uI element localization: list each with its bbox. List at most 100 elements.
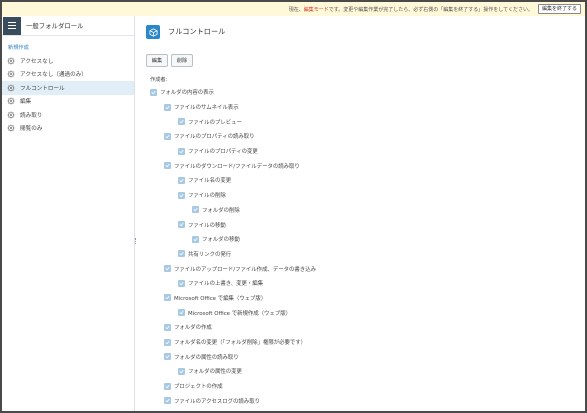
checkbox[interactable] bbox=[164, 103, 171, 111]
permission-list: フォルダの内容の表示ファイルのサムネイル表示ファイルのプレビューファイルのプロパ… bbox=[150, 85, 316, 411]
app-window: 現在、 編集モード です。変更や編集作業が完了したら、必ず右側の「編集を終了する」操… bbox=[0, 0, 587, 413]
permission-item: フォルダの移動 bbox=[150, 232, 316, 247]
sidebar-item[interactable]: 閲覧のみ bbox=[2, 122, 134, 136]
permission-label: フォルダの削除 bbox=[202, 207, 240, 214]
check-icon bbox=[179, 223, 184, 227]
page-title: フルコントロール bbox=[168, 27, 226, 36]
sidebar-item[interactable]: アクセスなし bbox=[2, 54, 134, 68]
sidebar: 一般フォルダロール 新規作成 アクセスなしアクセスなし（通過のみ） フルコントロー… bbox=[2, 16, 135, 411]
permission-item: フォルダの属性の変更 bbox=[150, 364, 316, 379]
sidebar-item[interactable]: フルコントロール bbox=[2, 81, 134, 95]
checkbox[interactable] bbox=[192, 235, 199, 243]
permission-item: ファイルのプロパティの変更 bbox=[150, 144, 316, 159]
permission-label: ファイルのアクセスログの読み取り bbox=[174, 398, 260, 405]
permission-item: ファイルのプロパティの読み取り bbox=[150, 129, 316, 144]
sidebar-item[interactable]: 編集 bbox=[2, 95, 134, 109]
checkbox[interactable] bbox=[178, 221, 185, 229]
permission-label: フォルダの属性の読み取り bbox=[174, 354, 239, 361]
check-icon bbox=[193, 208, 198, 212]
permission-label: ファイルのサムネイル表示 bbox=[174, 105, 239, 112]
permission-item: ファイルのサムネイル表示 bbox=[150, 100, 316, 115]
permission-label: 共有リンクの発行 bbox=[188, 251, 232, 258]
gear-icon bbox=[7, 111, 15, 119]
permission-item: ファイルの移動 bbox=[150, 217, 316, 232]
main-panel: フルコントロール 編集 削除 作成者: フォルダの内容の表示ファイルのサムネイル… bbox=[136, 16, 585, 411]
checkbox[interactable] bbox=[178, 147, 185, 155]
menu-icon[interactable] bbox=[3, 16, 21, 35]
notice-text-after: です。変更や編集作業が完了したら、必ず右側の「編集を終了する」操作をしてください… bbox=[328, 6, 533, 13]
gear-icon bbox=[7, 57, 15, 65]
edit-button[interactable]: 編集 bbox=[146, 54, 168, 67]
check-icon bbox=[165, 355, 170, 359]
check-icon bbox=[165, 105, 170, 109]
delete-button[interactable]: 削除 bbox=[171, 54, 193, 67]
checkbox[interactable] bbox=[178, 279, 185, 287]
checkbox[interactable] bbox=[150, 88, 157, 96]
permission-item: ファイルのダウンロード/ファイルデータの読み取り bbox=[150, 158, 316, 173]
permission-label: フォルダの内容の表示 bbox=[160, 90, 214, 97]
gear-icon bbox=[7, 70, 15, 78]
role-box-icon bbox=[146, 25, 160, 39]
check-icon bbox=[165, 164, 170, 168]
checkbox[interactable] bbox=[164, 353, 171, 361]
end-edit-button[interactable]: 編集を終了する bbox=[537, 4, 581, 14]
permission-label: ファイルのプロパティの読み取り bbox=[174, 134, 255, 141]
check-icon bbox=[165, 134, 170, 139]
check-icon bbox=[165, 384, 170, 388]
check-icon bbox=[165, 296, 170, 300]
checkbox[interactable] bbox=[164, 338, 171, 346]
checkbox[interactable] bbox=[178, 309, 185, 317]
check-icon bbox=[179, 149, 184, 153]
permission-item: ファイルのアクセスログの読み取り bbox=[150, 393, 316, 408]
checkbox[interactable] bbox=[192, 206, 199, 214]
permission-item: Microsoft Office で編集（ウェブ版） bbox=[150, 291, 316, 306]
checkbox[interactable] bbox=[178, 191, 185, 199]
sidebar-item-label: 編集 bbox=[20, 99, 32, 106]
permission-label: ファイルの移動 bbox=[188, 222, 226, 229]
checkbox[interactable] bbox=[164, 323, 171, 331]
sidebar-title: 一般フォルダロール bbox=[26, 22, 84, 30]
check-icon bbox=[151, 90, 156, 94]
checkbox[interactable] bbox=[164, 294, 171, 302]
check-icon bbox=[165, 340, 170, 344]
checkbox[interactable] bbox=[178, 118, 185, 126]
check-icon bbox=[179, 369, 184, 374]
permission-item: ファイル名の変更 bbox=[150, 173, 316, 188]
check-icon bbox=[179, 252, 184, 256]
permission-item: フォルダの削除 bbox=[150, 203, 316, 218]
permission-label: ファイルのプロパティの変更 bbox=[188, 149, 258, 156]
permission-label: プロジェクトの作成 bbox=[174, 384, 223, 391]
checkbox[interactable] bbox=[178, 367, 185, 375]
sidebar-header: 一般フォルダロール bbox=[2, 16, 134, 36]
permission-item: ファイルの削除 bbox=[150, 188, 316, 203]
sidebar-item[interactable]: アクセスなし（通過のみ） bbox=[2, 68, 134, 82]
permission-item: プロジェクトの作成 bbox=[150, 379, 316, 394]
checkbox[interactable] bbox=[164, 132, 171, 140]
new-role-link[interactable]: 新規作成 bbox=[2, 42, 134, 54]
sidebar-item[interactable]: 読み取り bbox=[2, 108, 134, 122]
permission-item: コメントの読み取り、書き込み bbox=[150, 408, 316, 411]
permission-item: フォルダの内容の表示 bbox=[150, 85, 316, 100]
permission-item: ファイルのプレビュー bbox=[150, 114, 316, 129]
checkbox[interactable] bbox=[164, 382, 171, 390]
check-icon bbox=[165, 399, 170, 403]
checkbox[interactable] bbox=[164, 397, 171, 405]
permission-item: 共有リンクの発行 bbox=[150, 247, 316, 262]
permission-label: フォルダ名の変更（「フォルダ削除」権限が必要です） bbox=[174, 340, 307, 347]
checkbox[interactable] bbox=[164, 265, 171, 273]
permission-label: Microsoft Office で編集（ウェブ版） bbox=[174, 295, 267, 302]
permission-label: フォルダの作成 bbox=[174, 325, 212, 332]
permission-label: フォルダの移動 bbox=[202, 237, 240, 244]
sidebar-item-label: フルコントロール bbox=[20, 85, 65, 92]
sidebar-item-label: アクセスなし（通過のみ） bbox=[20, 72, 87, 79]
permissions-heading: 作成者: bbox=[150, 77, 168, 83]
sidebar-item-label: アクセスなし bbox=[20, 58, 54, 65]
checkbox[interactable] bbox=[178, 176, 185, 184]
permission-label: Microsoft Office で新規作成（ウェブ版） bbox=[188, 310, 291, 317]
notice-highlight: 編集モード bbox=[303, 6, 329, 13]
gear-icon bbox=[7, 97, 15, 105]
checkbox[interactable] bbox=[178, 250, 185, 258]
check-icon bbox=[165, 267, 170, 271]
checkbox[interactable] bbox=[164, 162, 171, 170]
permission-label: ファイルのダウンロード/ファイルデータの読み取り bbox=[174, 163, 300, 170]
